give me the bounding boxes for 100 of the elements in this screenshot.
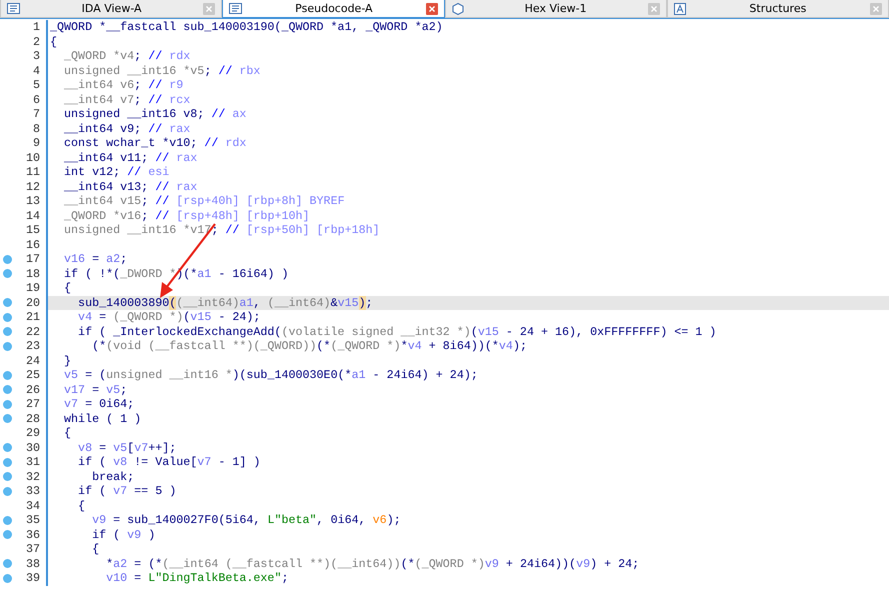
tab[interactable]: Structures	[666, 0, 889, 18]
breakpoint-icon[interactable]	[2, 414, 12, 424]
line-number: 23	[24, 339, 41, 354]
line-number: 24	[24, 354, 41, 368]
code-line: __int64 v6; // r9	[63, 78, 184, 92]
line-number: 1	[32, 20, 41, 34]
line-number: 10	[24, 150, 41, 165]
code-line: {	[50, 34, 58, 49]
line-number: 36	[24, 528, 41, 542]
close-icon[interactable]	[870, 2, 882, 14]
code-line: if ( v8 != Value[v7 - 1] )	[77, 455, 260, 470]
code-line: sub_140003890((__int64)a1, (__int64)&v15);	[77, 296, 373, 310]
code-line: __int64 v13; // rax	[63, 180, 198, 194]
breakpoint-icon[interactable]	[2, 472, 12, 482]
line-number: 37	[24, 542, 41, 556]
breakpoint-icon[interactable]	[2, 486, 12, 496]
code-line: v17 = v5;	[63, 382, 128, 397]
line-number: 8	[32, 122, 41, 136]
code-line: v7 = 0i64;	[63, 397, 134, 412]
code-line: v5 = (unsigned __int16 *)(sub_1400030E0(*a1 - 24i64) + 24);	[63, 368, 478, 382]
line-number: 31	[24, 455, 41, 470]
code-line: v10 = L"DingTalkBeta.exe";	[105, 571, 288, 586]
code-line: const wchar_t *v10; // rdx	[63, 136, 246, 150]
line-number: 11	[24, 165, 41, 180]
tab[interactable]: Hex View-1	[444, 0, 667, 18]
code-line: while ( 1 )	[63, 412, 142, 426]
line-number: 19	[24, 281, 41, 296]
code-line: break;	[91, 470, 134, 484]
line-number: 17	[24, 252, 41, 266]
line-number: 32	[24, 470, 41, 484]
structure-icon	[674, 2, 686, 14]
code-line: }	[63, 354, 72, 368]
code-line: v8 = v5[v7++];	[77, 440, 176, 455]
breakpoint-icon[interactable]	[2, 574, 12, 583]
listing-icon	[7, 3, 20, 14]
line-number: 7	[32, 107, 41, 122]
code-line: if ( v9 )	[91, 528, 156, 542]
code-line: __int64 v11; // rax	[63, 150, 198, 165]
breakpoint-icon[interactable]	[2, 443, 12, 452]
code-line: *a2 = (*(__int64 (__fastcall **)(__int64))(*(_QWORD *)v9 + 24i64))(v9) + 24;	[105, 556, 640, 571]
line-number: 38	[24, 556, 41, 571]
line-number: 39	[24, 571, 41, 586]
line-number: 4	[32, 64, 41, 78]
code-line: _QWORD *v16; // [rsp+48h] [rbp+10h]	[63, 208, 310, 223]
line-number: 25	[24, 368, 41, 382]
breakpoint-icon[interactable]	[2, 298, 12, 308]
breakpoint-icon[interactable]	[2, 370, 12, 380]
code-line: if ( _InterlockedExchangeAdd((volatile signed __int32 *)(v15 - 24 + 16), 0xFFFFFFFF) <= 1 )	[77, 324, 716, 339]
code-line: {	[91, 542, 100, 556]
line-number: 6	[32, 92, 41, 107]
code-line: _QWORD *__fastcall sub_140003190(_QWORD *a1, _QWORD *a2)	[50, 20, 443, 34]
line-number: 34	[24, 498, 41, 513]
line-number: 22	[24, 324, 41, 339]
line-number: 35	[24, 513, 41, 528]
line-number: 29	[24, 426, 41, 440]
breakpoint-icon[interactable]	[2, 327, 12, 336]
line-number: 33	[24, 484, 41, 498]
close-icon[interactable]	[426, 2, 438, 14]
breakpoint-icon[interactable]	[2, 400, 12, 409]
breakpoint-icon[interactable]	[2, 254, 12, 264]
code-line: unsigned __int16 *v17; // [rsp+50h] [rbp+18h]	[63, 223, 380, 238]
breakpoint-icon[interactable]	[2, 516, 12, 525]
line-number: 21	[24, 310, 41, 324]
code-line: __int64 v15; // [rsp+40h] [rbp+8h] BYREF	[63, 194, 345, 208]
breakpoint-icon[interactable]	[2, 342, 12, 351]
line-number: 9	[32, 136, 41, 150]
code-line: v16 = a2;	[63, 252, 128, 266]
code-line: __int64 v7; // rcx	[63, 92, 190, 107]
close-icon[interactable]	[203, 2, 216, 14]
line-number: 18	[24, 266, 41, 281]
code-line: {	[63, 426, 72, 440]
line-number: 15	[24, 223, 41, 238]
hexagon-icon	[452, 2, 464, 14]
code-line: {	[77, 498, 86, 513]
line-number: 13	[24, 194, 41, 208]
tab[interactable]: Pseudocode-A	[222, 0, 444, 18]
code-line: {	[63, 281, 72, 296]
code-line: unsigned __int16 v8; // ax	[63, 107, 246, 122]
code-line: unsigned __int16 *v5; // rbx	[63, 64, 260, 78]
line-number: 3	[32, 49, 41, 64]
line-number: 20	[24, 296, 41, 310]
breakpoint-icon[interactable]	[2, 312, 12, 322]
code-line: (*(void (__fastcall **)(_QWORD))(*(_QWORD *)*v4 + 8i64))(*v4);	[91, 339, 527, 354]
code-line: v9 = sub_1400027F0(5i64, L"beta", 0i64, v6);	[91, 513, 401, 528]
line-number: 28	[24, 412, 41, 426]
line-number: 12	[24, 180, 41, 194]
breakpoint-icon[interactable]	[2, 530, 12, 540]
close-icon[interactable]	[648, 2, 660, 14]
line-number: 5	[32, 78, 41, 92]
tab[interactable]: IDA View-A	[0, 0, 222, 18]
code-line: v4 = (_QWORD *)(v15 - 24);	[77, 310, 260, 324]
line-number: 27	[24, 397, 41, 412]
breakpoint-icon[interactable]	[2, 458, 12, 467]
listing-icon	[229, 3, 242, 14]
code-line: _QWORD *v4; // rdx	[63, 49, 190, 64]
breakpoint-icon[interactable]	[2, 385, 12, 394]
line-number: 26	[24, 382, 41, 397]
line-number: 2	[32, 34, 41, 49]
breakpoint-icon[interactable]	[2, 559, 12, 568]
breakpoint-icon[interactable]	[2, 269, 12, 278]
